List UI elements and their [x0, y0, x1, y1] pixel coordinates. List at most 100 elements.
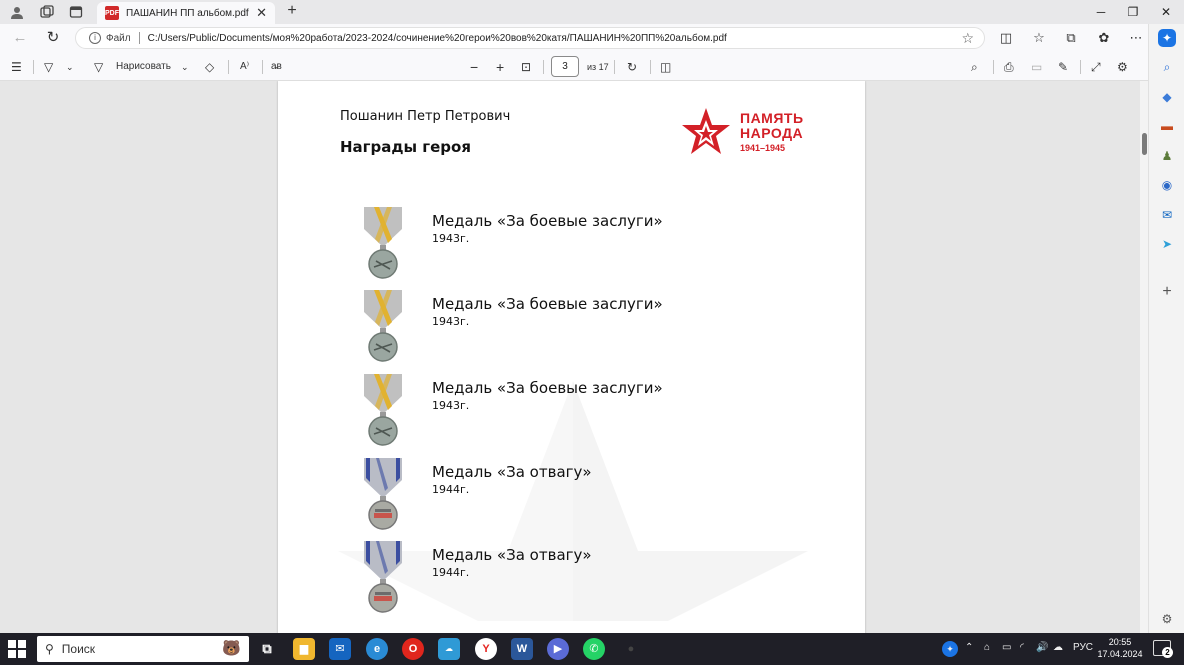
- address-scheme: Файл: [106, 32, 131, 44]
- more-menu-icon[interactable]: ⋯: [1127, 29, 1145, 47]
- address-bar[interactable]: i Файл C:/Users/Public/Documents/моя%20р…: [75, 27, 985, 49]
- yandex-browser-icon[interactable]: Y: [475, 638, 497, 660]
- address-separator: [138, 32, 140, 44]
- volume-icon[interactable]: 🔊: [1036, 642, 1048, 653]
- mail-icon[interactable]: ✉: [329, 638, 351, 660]
- highlight-icon[interactable]: ▽: [44, 58, 53, 76]
- award-year: 1943г.: [432, 232, 470, 245]
- pdf-settings-icon[interactable]: ⚙: [1117, 58, 1128, 76]
- page-view-icon[interactable]: ◫: [660, 58, 671, 76]
- search-icon[interactable]: ⌕: [971, 58, 978, 76]
- add-sidebar-app-button[interactable]: +: [1158, 283, 1176, 301]
- translate-button[interactable]: a̵в: [271, 58, 282, 76]
- info-icon[interactable]: i: [89, 32, 101, 44]
- whatsapp-icon[interactable]: ✆: [583, 638, 605, 660]
- tools-briefcase-icon[interactable]: ▬: [1158, 117, 1176, 135]
- pdf-viewer[interactable]: Пошанин Петр Петрович Награды героя ПАМЯ…: [0, 81, 1140, 633]
- extensions-icon[interactable]: ✿: [1095, 29, 1113, 47]
- contents-icon[interactable]: ☰: [11, 58, 22, 76]
- drop-icon[interactable]: ➤: [1158, 235, 1176, 253]
- workspaces-icon[interactable]: [39, 4, 55, 20]
- save-icon[interactable]: ▭: [1031, 58, 1042, 76]
- back-button[interactable]: ←: [11, 29, 29, 47]
- eraser-icon[interactable]: ◇: [205, 58, 214, 76]
- collections-icon[interactable]: ⧉: [1062, 29, 1080, 47]
- sidebar-settings-icon[interactable]: ⚙: [1158, 610, 1176, 628]
- usb-device-icon[interactable]: ⌂: [984, 642, 990, 653]
- toolbar-divider: [33, 60, 34, 74]
- read-aloud-button[interactable]: A⁾: [240, 58, 249, 76]
- draw-chevron-down-icon[interactable]: ⌄: [181, 58, 189, 76]
- vertical-scrollbar[interactable]: [1140, 81, 1148, 633]
- file-explorer-icon[interactable]: ▆: [293, 638, 315, 660]
- pamyat-naroda-logo: ПАМЯТЬ НАРОДА 1941–1945: [680, 106, 810, 158]
- tray-app-icon[interactable]: ●: [620, 638, 642, 660]
- sidebar-search-icon[interactable]: ⌕: [1158, 58, 1176, 76]
- edge-browser-icon[interactable]: e: [366, 638, 388, 660]
- toolbar-divider: [614, 60, 615, 74]
- language-indicator[interactable]: РУС: [1073, 642, 1093, 653]
- search-highlight-bear-icon: 🐻: [222, 640, 241, 657]
- toolbar-divider: [1080, 60, 1081, 74]
- network-icon[interactable]: ◜: [1020, 642, 1024, 653]
- games-icon[interactable]: ♟: [1158, 147, 1176, 165]
- microsoft-365-icon[interactable]: ◉: [1158, 176, 1176, 194]
- logo-line-2: НАРОДА: [740, 125, 804, 141]
- toolbar-divider: [543, 60, 544, 74]
- highlight-chevron-down-icon[interactable]: ⌄: [66, 58, 74, 76]
- award-name: Медаль «За боевые заслуги»: [432, 379, 663, 397]
- print-icon[interactable]: ⎙: [1004, 58, 1014, 76]
- hero-name: Пошанин Петр Петрович: [340, 109, 511, 124]
- page-number-input[interactable]: 3: [551, 56, 579, 77]
- notification-count-badge: 2: [1162, 647, 1173, 658]
- zoom-out-button[interactable]: −: [470, 58, 478, 76]
- medal-bravery-icon: [364, 541, 402, 613]
- copilot-tray-icon[interactable]: ✦: [942, 641, 958, 657]
- opera-icon[interactable]: O: [402, 638, 424, 660]
- profile-icon[interactable]: [9, 4, 25, 20]
- award-item: Медаль «За отвагу» 1944г.: [362, 541, 782, 621]
- word-icon[interactable]: W: [511, 638, 533, 660]
- save-as-icon[interactable]: ✎: [1058, 58, 1068, 76]
- show-hidden-icons-icon[interactable]: ⌃: [965, 642, 973, 653]
- pdf-toolbar: ☰ ▽ ⌄ ▽ Нарисовать ⌄ ◇ A⁾ a̵в − + ⊡ 3 из…: [0, 52, 1148, 81]
- shopping-tag-icon[interactable]: ◆: [1158, 88, 1176, 106]
- fullscreen-icon[interactable]: ⤢: [1091, 58, 1101, 76]
- favorite-star-icon[interactable]: ☆: [961, 30, 974, 47]
- clock-date: 17.04.2024: [1097, 649, 1143, 659]
- close-window-button[interactable]: ✕: [1157, 3, 1175, 21]
- tab-active[interactable]: PDF ПАШАНИН ПП альбом.pdf ✕: [97, 2, 275, 24]
- weather-app-icon[interactable]: ☁: [438, 638, 460, 660]
- onedrive-icon[interactable]: ☁: [1053, 642, 1063, 653]
- taskbar-search-box[interactable]: ⚲ Поиск 🐻: [37, 636, 249, 662]
- clock[interactable]: 20:55 17.04.2024: [1096, 636, 1144, 660]
- minimize-button[interactable]: ─: [1092, 3, 1110, 21]
- draw-icon[interactable]: ▽: [94, 58, 103, 76]
- address-url[interactable]: C:/Users/Public/Documents/моя%20работа/2…: [148, 33, 727, 44]
- medal-bravery-icon: [364, 458, 402, 530]
- battery-icon[interactable]: ▭: [1002, 642, 1011, 653]
- award-year: 1943г.: [432, 399, 470, 412]
- rotate-icon[interactable]: ↻: [627, 58, 637, 76]
- media-player-icon[interactable]: ▶: [547, 638, 569, 660]
- split-screen-icon[interactable]: ◫: [997, 29, 1015, 47]
- copilot-icon[interactable]: ✦: [1158, 29, 1176, 47]
- taskbar-search-placeholder: Поиск: [61, 642, 96, 656]
- fit-width-icon[interactable]: ⊡: [521, 58, 531, 76]
- new-tab-button[interactable]: +: [283, 2, 301, 20]
- notification-center-icon[interactable]: 2: [1153, 640, 1173, 658]
- tab-actions-icon[interactable]: [68, 4, 84, 20]
- favorites-icon[interactable]: ☆: [1030, 29, 1048, 47]
- award-item: Медаль «За боевые заслуги» 1943г.: [362, 207, 782, 287]
- zoom-in-button[interactable]: +: [496, 58, 504, 76]
- windows-start-icon[interactable]: [8, 640, 26, 658]
- outlook-icon[interactable]: ✉: [1158, 206, 1176, 224]
- restore-button[interactable]: ❐: [1124, 3, 1142, 21]
- close-tab-icon[interactable]: ✕: [256, 5, 267, 21]
- draw-button[interactable]: Нарисовать: [116, 58, 171, 76]
- refresh-button[interactable]: ↻: [44, 29, 62, 47]
- scrollbar-thumb[interactable]: [1142, 133, 1147, 155]
- toolbar-divider: [262, 60, 263, 74]
- awards-title: Награды героя: [340, 138, 471, 156]
- task-view-icon[interactable]: ⧉: [256, 638, 278, 660]
